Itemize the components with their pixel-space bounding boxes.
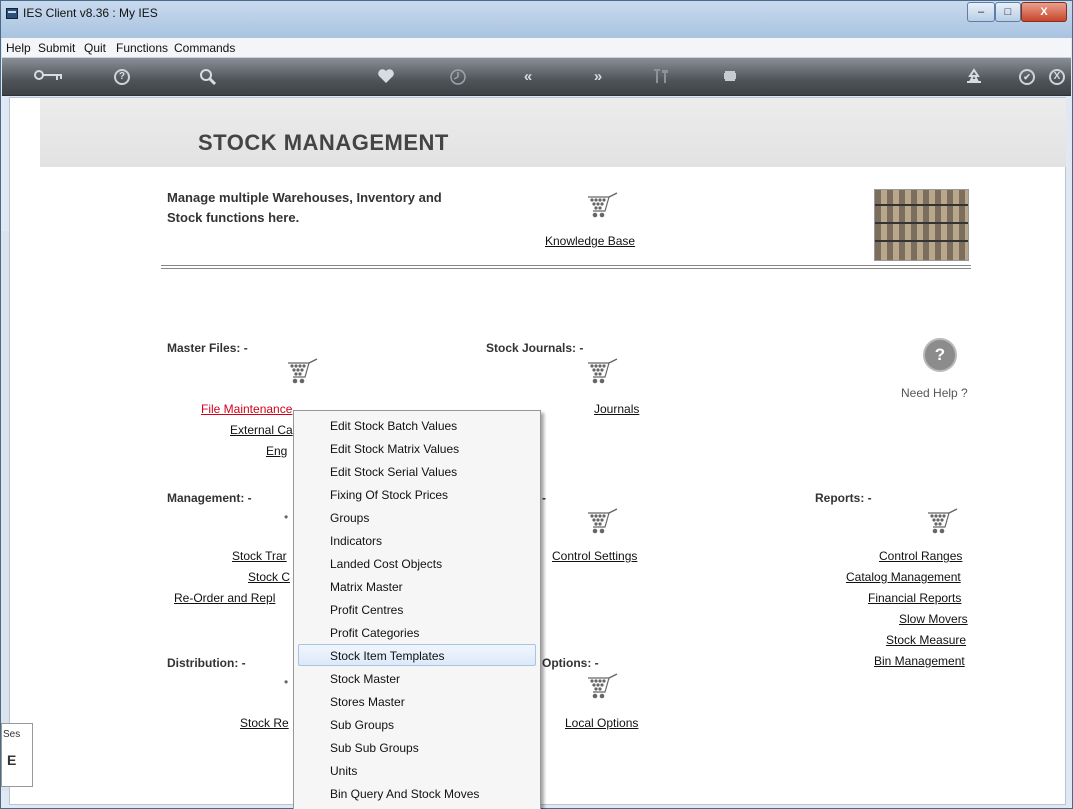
popup-item-edit-stock-batch-values[interactable]: Edit Stock Batch Values [298, 414, 536, 436]
session-tab[interactable]: Ses E [1, 723, 33, 787]
knowledge-base-link[interactable]: Knowledge Base [545, 234, 635, 248]
cart-icon [285, 358, 319, 384]
popup-item-groups[interactable]: Groups [298, 506, 536, 528]
menu-functions[interactable]: Functions [116, 41, 168, 55]
content-header: STOCK MANAGEMENT [40, 98, 1066, 167]
popup-item-landed-cost-objects[interactable]: Landed Cost Objects [298, 552, 536, 574]
warehouse-photo [874, 189, 969, 261]
close-icon[interactable]: X [1049, 69, 1065, 85]
window-title: IES Client v8.36 : My IES [23, 6, 158, 20]
stop-icon[interactable] [720, 68, 740, 86]
close-window-button[interactable]: X [1021, 2, 1067, 22]
page-description: Manage multiple Warehouses, Inventory an… [167, 188, 487, 228]
cart-icon [925, 508, 959, 534]
reorder-link[interactable]: Re-Order and Repl [174, 591, 275, 605]
cart-icon [585, 192, 619, 218]
reports-label: Reports: - [815, 491, 872, 505]
options-label: Options: - [542, 656, 599, 670]
distribution-cart-fragment: • [284, 675, 289, 689]
help-circle-icon[interactable]: ? [923, 338, 957, 372]
distribution-label: Distribution: - [167, 656, 246, 670]
session-tab-label: Ses [3, 729, 21, 740]
master-files-label: Master Files: - [167, 341, 248, 355]
fast-forward-icon[interactable]: » [588, 68, 608, 86]
description-line-2: Stock functions here. [167, 210, 300, 225]
slow-movers-link[interactable]: Slow Movers [899, 612, 968, 626]
menu-quit[interactable]: Quit [84, 41, 106, 55]
popup-item-edit-stock-matrix-values[interactable]: Edit Stock Matrix Values [298, 437, 536, 459]
stock-journals-label: Stock Journals: - [486, 341, 584, 355]
popup-item-edit-stock-serial-values[interactable]: Edit Stock Serial Values [298, 460, 536, 482]
file-maintenance-link[interactable]: File Maintenance [201, 402, 292, 416]
page-title: STOCK MANAGEMENT [198, 130, 449, 155]
need-help-text[interactable]: Need Help ? [901, 386, 968, 400]
popup-item-profit-categories[interactable]: Profit Categories [298, 621, 536, 643]
popup-item-units[interactable]: Units [298, 759, 536, 781]
popup-item-stores-master[interactable]: Stores Master [298, 690, 536, 712]
catalog-management-link[interactable]: Catalog Management [846, 570, 961, 584]
file-maintenance-popup-menu: Edit Stock Batch Values Edit Stock Matri… [293, 410, 541, 809]
control-ranges-link[interactable]: Control Ranges [879, 549, 962, 563]
check-icon[interactable]: ✔ [1019, 69, 1035, 85]
heart-icon[interactable] [376, 68, 396, 86]
maximize-button[interactable]: □ [995, 2, 1021, 22]
app-window: IES Client v8.36 : My IES – □ X Help Sub… [0, 0, 1073, 809]
divider [161, 265, 971, 269]
popup-item-fixing-of-stock-prices[interactable]: Fixing Of Stock Prices [298, 483, 536, 505]
minimize-button[interactable]: – [967, 2, 995, 22]
cart-icon [585, 358, 619, 384]
stock-counts-link[interactable]: Stock C [248, 570, 290, 584]
clock-icon[interactable] [448, 68, 468, 86]
popup-item-bin-query-and-stock-moves[interactable]: Bin Query And Stock Moves [298, 782, 536, 804]
popup-item-profit-centres[interactable]: Profit Centres [298, 598, 536, 620]
search-icon[interactable] [198, 68, 218, 86]
local-options-link[interactable]: Local Options [565, 716, 638, 730]
popup-item-sub-groups[interactable]: Sub Groups [298, 713, 536, 735]
menu-submit[interactable]: Submit [38, 41, 75, 55]
toolbar: ? « » ✔ X [2, 58, 1071, 96]
menu-help[interactable]: Help [6, 41, 31, 55]
menu-bar: Help Submit Quit Functions Commands [2, 38, 1071, 58]
popup-item-stock-item-templates[interactable]: Stock Item Templates [298, 644, 536, 666]
cart-icon [585, 508, 619, 534]
popup-item-sub-sub-groups[interactable]: Sub Sub Groups [298, 736, 536, 758]
description-line-1: Manage multiple Warehouses, Inventory an… [167, 190, 442, 205]
popup-item-matrix-master[interactable]: Matrix Master [298, 575, 536, 597]
stock-transfers-link[interactable]: Stock Trar [232, 549, 287, 563]
app-icon [6, 8, 18, 19]
menu-commands[interactable]: Commands [174, 41, 235, 55]
left-panel-edge [1, 231, 9, 791]
stock-returns-link[interactable]: Stock Re [240, 716, 289, 730]
tools-icon[interactable] [652, 68, 672, 86]
rewind-icon[interactable]: « [518, 68, 538, 86]
title-bar: IES Client v8.36 : My IES – □ X [1, 1, 1072, 38]
management-label: Management: - [167, 491, 252, 505]
stock-measure-link[interactable]: Stock Measure [886, 633, 966, 647]
recycle-icon[interactable] [964, 68, 984, 86]
popup-item-stock-master[interactable]: Stock Master [298, 667, 536, 689]
center-section-label: - [542, 491, 546, 505]
journals-link[interactable]: Journals [594, 402, 639, 416]
financial-reports-link[interactable]: Financial Reports [868, 591, 961, 605]
popup-item-indicators[interactable]: Indicators [298, 529, 536, 551]
engineering-link[interactable]: Eng [266, 444, 287, 458]
management-cart-fragment: • [284, 510, 289, 524]
external-catalog-link[interactable]: External Ca [230, 423, 293, 437]
help-icon[interactable]: ? [114, 69, 130, 85]
control-settings-link[interactable]: Control Settings [552, 549, 637, 563]
key-icon[interactable] [34, 68, 64, 86]
session-icon: E [7, 752, 17, 768]
bin-management-link[interactable]: Bin Management [874, 654, 965, 668]
cart-icon [585, 673, 619, 699]
